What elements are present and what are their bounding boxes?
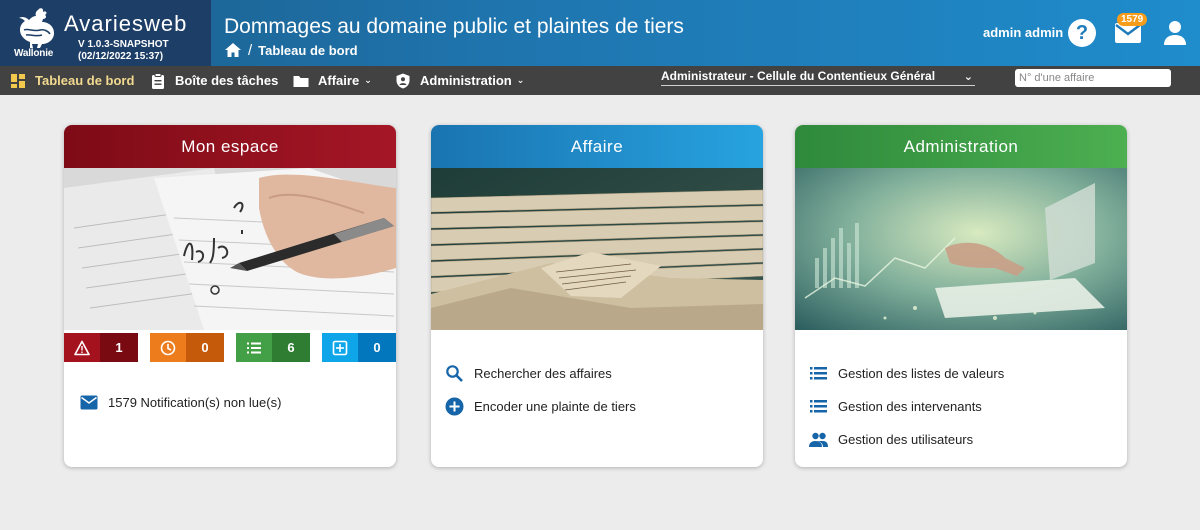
app-version: V 1.0.3-SNAPSHOT [78, 39, 169, 50]
brand-block[interactable]: Wallonie Avariesweb V 1.0.3-SNAPSHOT (02… [0, 0, 211, 66]
mail-icon [80, 395, 98, 410]
wallonie-rooster-logo [19, 8, 54, 48]
nav-item-tableau-de-bord[interactable]: Tableau de bord [10, 66, 134, 95]
counter-value: 0 [186, 333, 224, 362]
user-name[interactable]: admin admin [983, 25, 1063, 40]
role-select-value: Administrateur - Cellule du Contentieux … [661, 69, 936, 83]
chevron-down-icon: ⌄ [516, 75, 525, 85]
nav-item-label: Administration [420, 73, 512, 88]
list-icon [810, 400, 827, 413]
help-icon: ? [1075, 22, 1089, 44]
documents-stack-image [431, 168, 763, 330]
user-icon [1164, 21, 1186, 45]
encode-complaint-link[interactable]: Encoder une plainte de tiers [445, 390, 636, 423]
unread-notifications-link[interactable]: 1579 Notification(s) non lue(s) [80, 395, 281, 410]
help-button[interactable]: ? [1068, 19, 1096, 47]
mail-count-badge: 1579 [1117, 13, 1148, 26]
clock-icon [160, 340, 176, 355]
folder-icon [293, 75, 309, 87]
card-mon-espace: Mon espace 1 0 6 0 1579 Notification(s) … [64, 125, 396, 467]
clipboard-icon [152, 72, 164, 89]
link-label: Gestion des intervenants [838, 399, 982, 414]
counter-alerts[interactable]: 1 [64, 333, 138, 362]
nav-item-label: Affaire [318, 73, 360, 88]
affaire-number-input[interactable] [1015, 69, 1171, 87]
add-circle-icon [445, 397, 464, 416]
affaire-links: Rechercher des affaires Encoder une plai… [445, 357, 636, 423]
list-icon [810, 367, 827, 380]
todo-note-image [64, 168, 396, 330]
card-title: Affaire [431, 125, 763, 168]
notification-text: 1579 Notification(s) non lue(s) [108, 395, 282, 410]
administration-links: Gestion des listes de valeurs Gestion de… [809, 357, 1004, 456]
counter-value: 0 [358, 333, 396, 362]
card-administration: Administration Gestion des listes de val… [795, 125, 1127, 467]
region-label: Wallonie [14, 48, 54, 59]
manage-intervenants-link[interactable]: Gestion des intervenants [809, 390, 1004, 423]
counter-icon-box [64, 333, 100, 362]
list-icon [247, 342, 261, 353]
dashboard-icon [11, 73, 25, 88]
chevron-down-icon: ⌄ [963, 70, 973, 83]
user-profile-button[interactable] [1163, 20, 1187, 46]
people-icon [809, 432, 828, 447]
chevron-down-icon: ⌄ [364, 75, 372, 85]
app-name: Avariesweb [64, 11, 188, 36]
page-title: Dommages au domaine public et plaintes d… [224, 15, 684, 38]
counter-new[interactable]: 0 [322, 333, 396, 362]
nav-item-label: Tableau de bord [35, 73, 135, 88]
link-label: Encoder une plainte de tiers [474, 399, 636, 414]
nav-item-label: Boîte des tâches [175, 73, 279, 88]
counter-value: 6 [272, 333, 310, 362]
link-label: Gestion des utilisateurs [838, 432, 974, 447]
home-icon[interactable] [224, 42, 242, 58]
app-header: Wallonie Avariesweb V 1.0.3-SNAPSHOT (02… [0, 0, 1200, 66]
counter-icon-box [150, 333, 186, 362]
add-box-icon [332, 340, 348, 355]
manage-value-lists-link[interactable]: Gestion des listes de valeurs [809, 357, 1004, 390]
counter-icon-box [236, 333, 272, 362]
breadcrumb: / Tableau de bord [224, 41, 358, 59]
link-label: Gestion des listes de valeurs [838, 366, 1005, 381]
search-affaires-link[interactable]: Rechercher des affaires [445, 357, 636, 390]
app-build-date: (02/12/2022 15:37) [78, 51, 164, 62]
role-select[interactable]: Administrateur - Cellule du Contentieux … [661, 67, 975, 86]
counter-value: 1 [100, 333, 138, 362]
nav-item-administration[interactable]: Administration ⌄ [395, 66, 524, 95]
manage-users-link[interactable]: Gestion des utilisateurs [809, 423, 1004, 456]
card-affaire: Affaire Rechercher des affaires Encoder … [431, 125, 763, 467]
search-icon [446, 365, 463, 382]
breadcrumb-current[interactable]: Tableau de bord [258, 43, 357, 58]
shield-icon [396, 73, 410, 88]
counters-row: 1 0 6 0 [64, 333, 396, 362]
nav-item-boite-des-taches[interactable]: Boîte des tâches [150, 66, 278, 95]
counter-icon-box [322, 333, 358, 362]
counter-tasks[interactable]: 6 [236, 333, 310, 362]
laptop-data-image [795, 168, 1127, 330]
breadcrumb-separator: / [248, 41, 253, 59]
card-title: Mon espace [64, 125, 396, 168]
counter-pending[interactable]: 0 [150, 333, 224, 362]
warning-icon [74, 340, 90, 355]
link-label: Rechercher des affaires [474, 366, 612, 381]
nav-item-affaire[interactable]: Affaire ⌄ [293, 66, 372, 95]
card-title: Administration [795, 125, 1127, 168]
